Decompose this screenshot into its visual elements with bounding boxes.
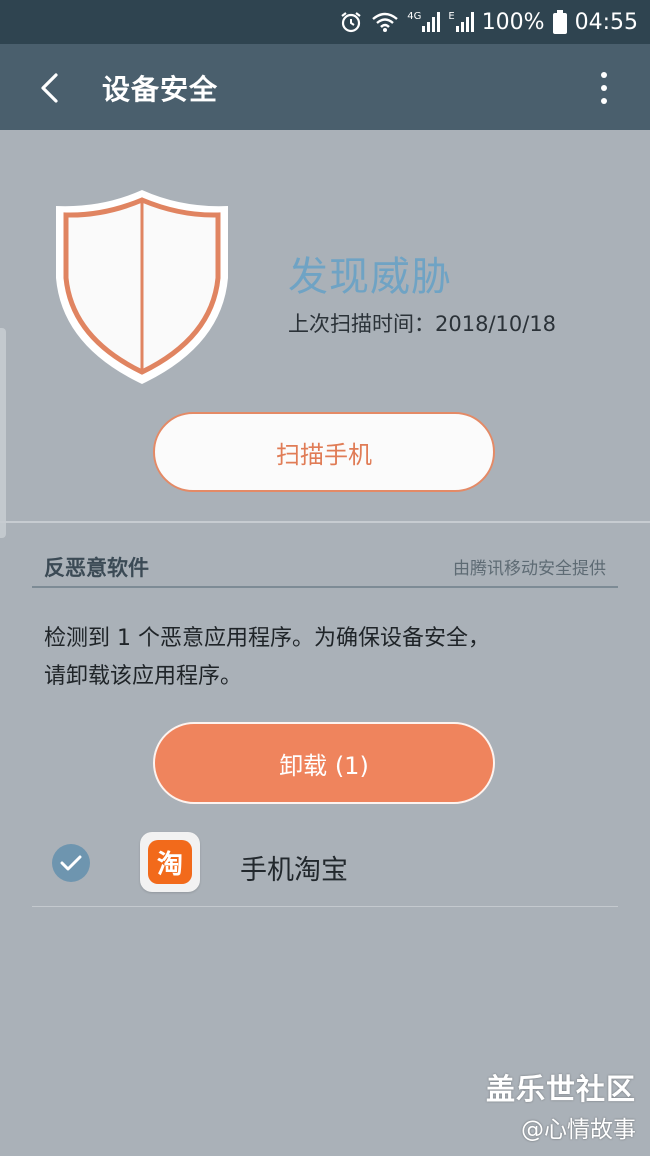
clock: 04:55 <box>574 9 638 35</box>
back-arrow-icon <box>41 73 58 103</box>
status-bar: 4G E 100% 04:55 <box>0 0 650 44</box>
taobao-app-icon: 淘 <box>140 832 200 892</box>
description-line-2: 请卸载该应用程序。 <box>44 664 243 689</box>
malware-description: 检测到 1 个恶意应用程序。为确保设备安全， 请卸载该应用程序。 <box>44 620 604 696</box>
battery-icon <box>552 10 567 34</box>
watermark-brand: 盖乐世社区 <box>485 1072 636 1106</box>
shield-icon <box>56 190 228 384</box>
network-type-label: 4G <box>407 11 422 22</box>
more-vert-icon <box>601 72 607 78</box>
status-icons: 4G E 100% 04:55 <box>339 6 638 38</box>
uninstall-button[interactable]: 卸载 (1) <box>153 722 495 804</box>
signal-icon <box>422 12 441 32</box>
edge-panel-handle[interactable] <box>0 328 6 538</box>
scan-phone-button[interactable]: 扫描手机 <box>153 412 495 492</box>
check-icon <box>60 855 82 871</box>
app-bar: 设备安全 <box>0 44 650 130</box>
battery-percent: 100% <box>481 9 545 35</box>
more-options-button[interactable] <box>594 68 614 108</box>
last-scan-time: 上次扫描时间：2018/10/18 <box>288 312 557 336</box>
wifi-icon <box>372 12 399 32</box>
page-title: 设备安全 <box>102 73 219 106</box>
divider <box>0 521 650 523</box>
network-type-label-2: E <box>448 11 455 22</box>
list-item[interactable]: 淘 手机淘宝 <box>32 820 618 906</box>
threat-status-headline: 发现威胁 <box>288 254 452 300</box>
signal-icon-2 <box>455 12 474 32</box>
watermark-user: @心情故事 <box>521 1117 636 1143</box>
alarm-icon <box>341 12 361 33</box>
more-vert-icon-dot <box>601 85 607 91</box>
app-icon-glyph: 淘 <box>148 840 192 884</box>
description-line-1: 检测到 1 个恶意应用程序。为确保设备安全， <box>44 626 490 651</box>
row-divider <box>32 906 618 907</box>
back-button[interactable] <box>28 66 72 110</box>
section-divider <box>32 586 618 588</box>
section-provider: 由腾讯移动安全提供 <box>453 559 606 579</box>
more-vert-icon-dot <box>601 98 607 104</box>
app-name: 手机淘宝 <box>240 855 348 886</box>
section-title: 反恶意软件 <box>44 556 149 580</box>
app-checkbox[interactable] <box>52 844 90 882</box>
